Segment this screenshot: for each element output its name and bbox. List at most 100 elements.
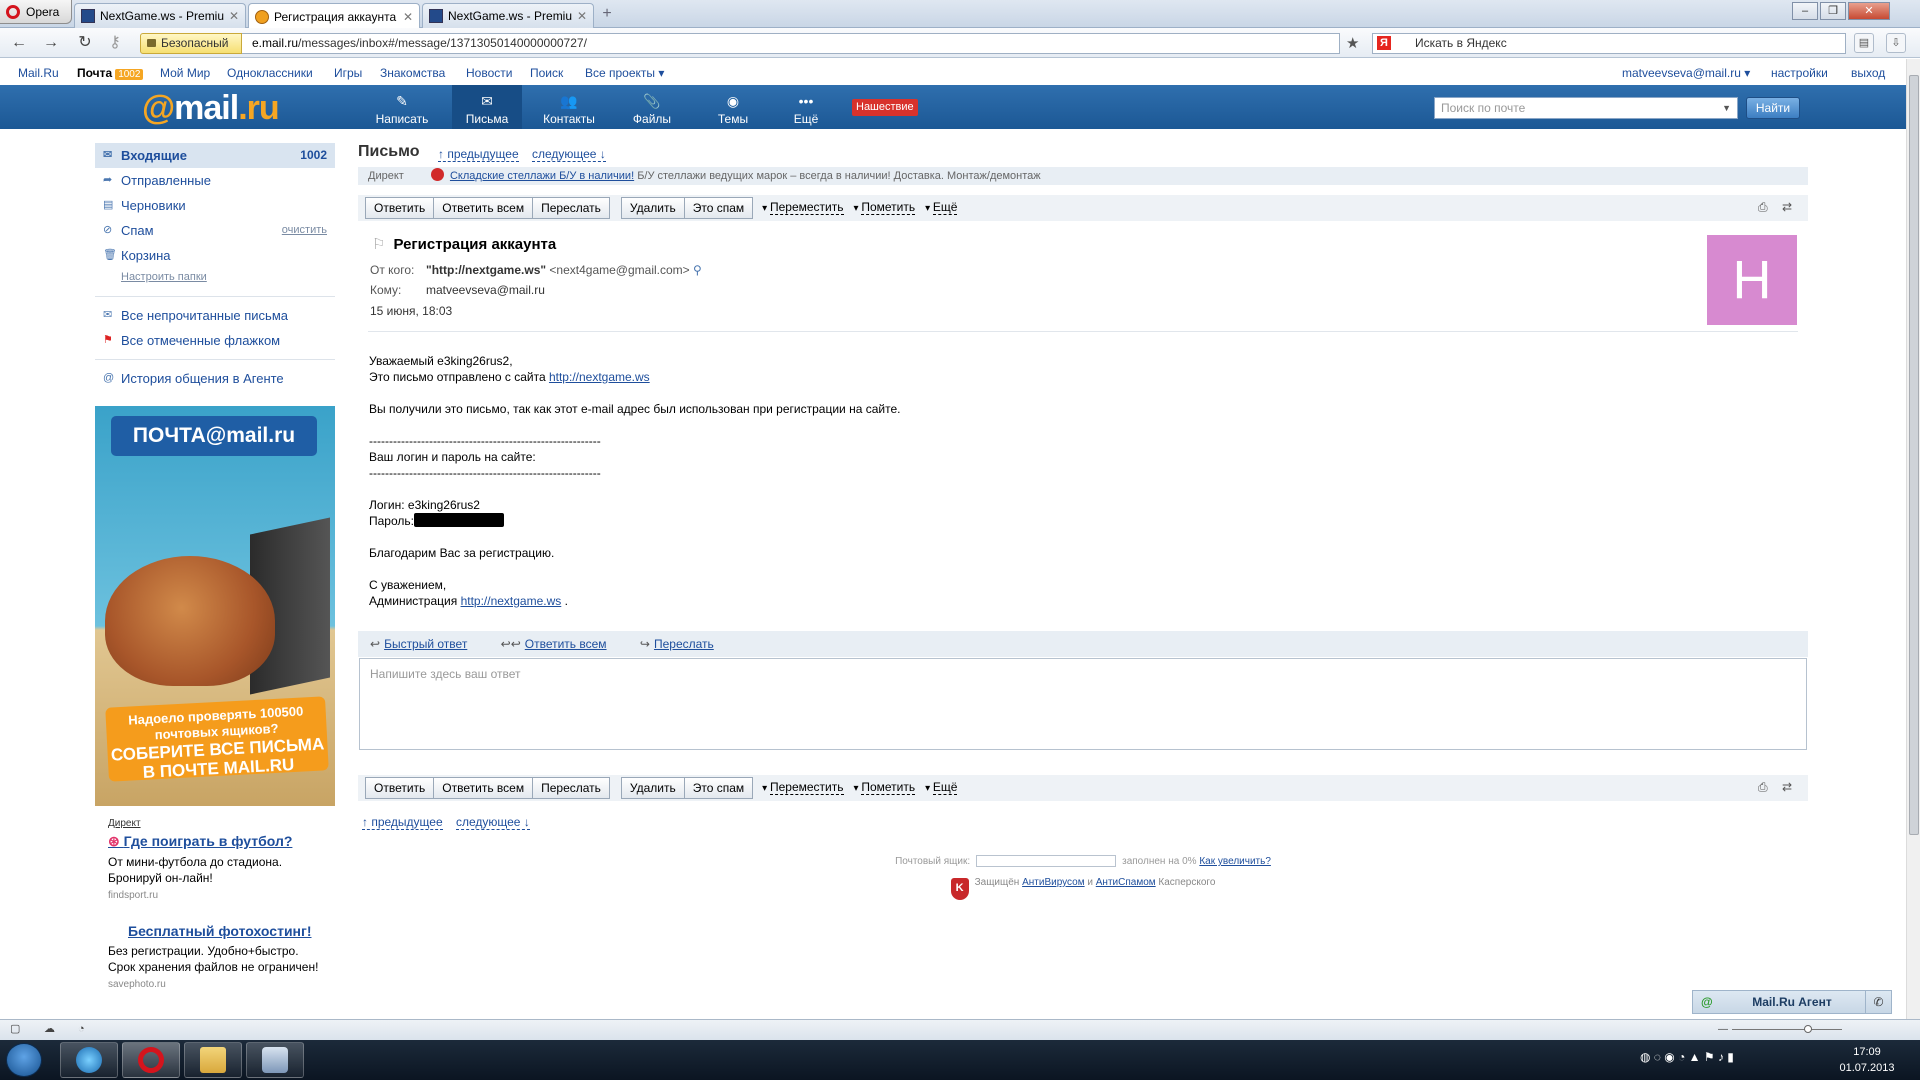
taskbar-app[interactable]: [246, 1042, 304, 1078]
maximize-window-icon[interactable]: ❐: [1820, 2, 1846, 20]
address-field[interactable]: e.mail.ru/messages/inbox#/message/137130…: [242, 33, 1340, 54]
invasion-badge[interactable]: Нашествие: [852, 99, 918, 116]
portal-link-games[interactable]: Игры: [334, 66, 362, 80]
forward-button[interactable]: Переслать: [532, 777, 610, 799]
vertical-scrollbar[interactable]: [1906, 59, 1920, 1019]
bookmark-star-icon[interactable]: ★: [1346, 34, 1359, 52]
promo-banner[interactable]: ПОЧТА@mail.ru Надоело проверять 100500 п…: [95, 406, 335, 806]
notes-icon[interactable]: ▤: [1854, 33, 1874, 53]
portal-link-ok[interactable]: Одноклассники: [227, 66, 313, 80]
spam-button[interactable]: Это спам: [683, 777, 754, 799]
ad-site[interactable]: savephoto.ru: [108, 979, 328, 990]
move-menu[interactable]: Переместить: [762, 777, 844, 799]
site-link[interactable]: http://nextgame.ws: [549, 370, 650, 384]
next-message-link[interactable]: следующее ↓: [531, 147, 606, 162]
minimize-window-icon[interactable]: –: [1792, 2, 1818, 20]
scrollbar-thumb[interactable]: [1909, 75, 1919, 835]
nav-more[interactable]: ••• Ещё: [784, 85, 828, 129]
portal-link-myworld[interactable]: Мой Мир: [160, 66, 210, 80]
reply-button[interactable]: Ответить: [365, 197, 435, 219]
portal-link-mail[interactable]: Почта 1002: [77, 66, 144, 80]
new-tab-icon[interactable]: +: [598, 6, 616, 24]
reply-all-button[interactable]: Ответить всем: [433, 777, 534, 799]
chevron-down-icon[interactable]: ▼: [1722, 98, 1731, 118]
forward-button[interactable]: Переслать: [532, 197, 610, 219]
folder-inbox[interactable]: ✉ Входящие 1002: [95, 143, 335, 168]
back-icon[interactable]: ←: [10, 34, 28, 52]
nav-contacts[interactable]: 👥 Контакты: [536, 85, 602, 129]
reply-all-button[interactable]: Ответить всем: [433, 197, 534, 219]
portal-link-news[interactable]: Новости: [466, 66, 512, 80]
quota-increase-link[interactable]: Как увеличить?: [1199, 856, 1271, 867]
opera-menu-button[interactable]: Opera: [0, 0, 72, 24]
reply-button[interactable]: Ответить: [365, 777, 435, 799]
nav-files[interactable]: 📎 Файлы: [622, 85, 682, 129]
ad-link[interactable]: Складские стеллажи Б/У в наличии!: [450, 170, 634, 182]
ad-title[interactable]: ⊛ Где поиграть в футбол?: [108, 833, 328, 850]
key-icon[interactable]: ⚷: [106, 34, 124, 52]
unread-filter[interactable]: ✉ Все непрочитанные письма: [95, 303, 335, 328]
ad-site[interactable]: findsport.ru: [108, 890, 328, 901]
more-menu[interactable]: Ещё: [925, 197, 958, 219]
settings-link[interactable]: настройки: [1771, 66, 1828, 80]
quick-reply-link[interactable]: Быстрый ответ: [384, 637, 467, 651]
find-button[interactable]: Найти: [1746, 97, 1800, 119]
close-tab-icon[interactable]: ✕: [577, 9, 587, 23]
close-window-icon[interactable]: ✕: [1848, 2, 1890, 20]
prev-message-link[interactable]: ↑ предыдущее: [362, 815, 443, 830]
reload-icon[interactable]: ↻: [76, 34, 94, 52]
spam-button[interactable]: Это спам: [683, 197, 754, 219]
forward-icon[interactable]: →: [42, 34, 60, 52]
nav-themes[interactable]: ◉ Темы: [706, 85, 760, 129]
sender-name[interactable]: "http://nextgame.ws": [426, 263, 546, 277]
antispam-link[interactable]: АнтиСпамом: [1096, 877, 1156, 888]
nav-compose[interactable]: ✎ Написать: [368, 85, 436, 129]
taskbar-ie[interactable]: [60, 1042, 118, 1078]
agent-history-link[interactable]: @ История общения в Агенте: [95, 366, 335, 391]
yandex-search-field[interactable]: Я Искать в Яндекс: [1372, 33, 1846, 54]
phone-icon[interactable]: ✆: [1865, 991, 1891, 1013]
print-icon[interactable]: ⎙: [1758, 200, 1768, 215]
start-button[interactable]: [6, 1043, 42, 1077]
setup-folders-link[interactable]: Настроить папки: [95, 268, 335, 290]
browser-tab[interactable]: NextGame.ws - Premiu... ✕: [74, 3, 246, 28]
browser-tab-active[interactable]: Регистрация аккаунта ... ✕: [248, 3, 420, 29]
nav-letters[interactable]: ✉ Письма: [452, 85, 522, 129]
delete-button[interactable]: Удалить: [620, 777, 685, 799]
forward-link[interactable]: Переслать: [654, 637, 714, 651]
clear-spam-link[interactable]: очистить: [282, 218, 327, 243]
taskbar-opera[interactable]: [122, 1042, 180, 1078]
portal-link-all-projects[interactable]: Все проекты ▾: [585, 66, 664, 80]
zoom-knob[interactable]: [1804, 1025, 1812, 1033]
portal-link-dating[interactable]: Знакомства: [380, 66, 445, 80]
zoom-out-icon[interactable]: —: [1718, 1024, 1728, 1035]
flagged-filter[interactable]: ⚑ Все отмеченные флажком: [95, 328, 335, 353]
close-tab-icon[interactable]: ✕: [403, 10, 413, 24]
translate-icon[interactable]: ⇄: [1782, 780, 1792, 794]
prev-message-link[interactable]: ↑ предыдущее: [438, 147, 519, 162]
user-email-menu[interactable]: matveevseva@mail.ru ▾: [1622, 66, 1750, 80]
ad-title[interactable]: Бесплатный фотохостинг!: [108, 923, 328, 939]
next-message-link[interactable]: следующее ↓: [455, 815, 530, 830]
folder-sent[interactable]: ➦ Отправленные: [95, 168, 335, 193]
reply-all-link[interactable]: Ответить всем: [525, 637, 607, 651]
taskbar-explorer[interactable]: [184, 1042, 242, 1078]
mailru-logo[interactable]: @mail.ru: [142, 89, 280, 128]
reply-textarea[interactable]: Напишите здесь ваш ответ: [359, 658, 1807, 750]
unite-cloud-icon[interactable]: ☁: [44, 1023, 58, 1036]
folder-spam[interactable]: ⊘ Спам очистить: [95, 218, 335, 243]
delete-button[interactable]: Удалить: [620, 197, 685, 219]
browser-tab[interactable]: NextGame.ws - Premiu... ✕: [422, 3, 594, 28]
admin-site-link[interactable]: http://nextgame.ws: [461, 594, 562, 608]
tray-icons[interactable]: ◍ ◌ ◉ ◔ ▲ ⚑ ♪ ▮: [1640, 1050, 1734, 1064]
print-icon[interactable]: ⎙: [1758, 780, 1768, 795]
search-sender-icon[interactable]: ⚲: [693, 263, 702, 277]
mark-menu[interactable]: Пометить: [854, 197, 916, 219]
more-menu[interactable]: Ещё: [925, 777, 958, 799]
panel-toggle-icon[interactable]: ▢: [10, 1023, 24, 1036]
antivirus-link[interactable]: АнтиВирусом: [1022, 877, 1085, 888]
security-badge[interactable]: Безопасный: [140, 33, 242, 54]
mail-search-input[interactable]: Поиск по почте ▼: [1434, 97, 1738, 119]
folder-trash[interactable]: 🗑 Корзина: [95, 243, 335, 268]
move-menu[interactable]: Переместить: [762, 197, 844, 219]
